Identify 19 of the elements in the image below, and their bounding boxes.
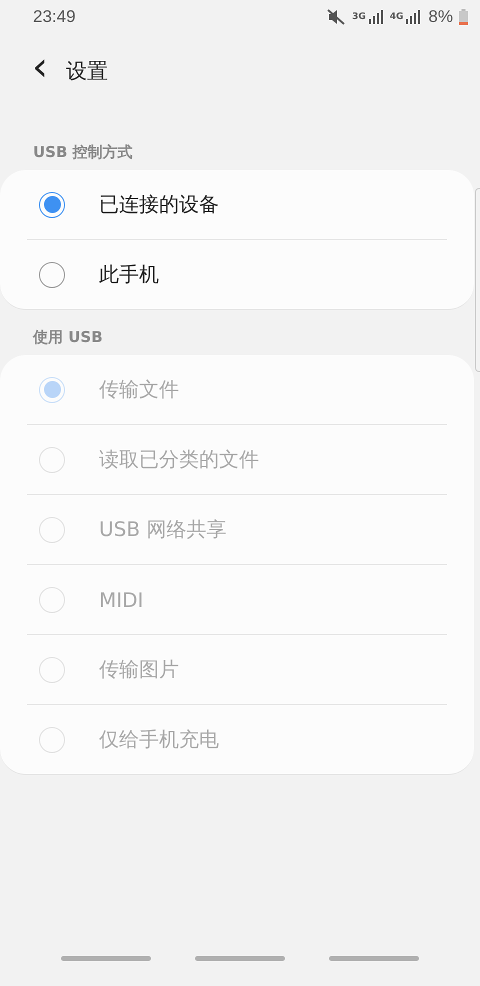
back-button[interactable]: ‹ <box>28 47 52 95</box>
option-label[interactable]: 已连接的设备 <box>99 191 219 218</box>
nav-handle[interactable] <box>61 956 151 961</box>
signal-icon <box>368 10 383 24</box>
option-label[interactable]: 此手机 <box>99 261 159 288</box>
section-header: 使用 USB <box>32 327 104 348</box>
radio-button[interactable] <box>39 262 65 288</box>
signal-icon <box>406 10 420 24</box>
status-time: 23:49 <box>33 7 76 27</box>
battery-percent: 8% <box>428 7 453 27</box>
nav-handle[interactable] <box>329 956 419 961</box>
section-header: USB 控制方式 <box>32 142 134 163</box>
network-label: 4G <box>390 12 404 22</box>
network-label: 3G <box>352 12 366 22</box>
battery-icon <box>459 9 468 25</box>
radio-button[interactable] <box>39 192 65 218</box>
mute-icon <box>327 9 346 25</box>
page-title: 设置 <box>66 58 108 85</box>
nav-handle[interactable] <box>195 956 285 961</box>
